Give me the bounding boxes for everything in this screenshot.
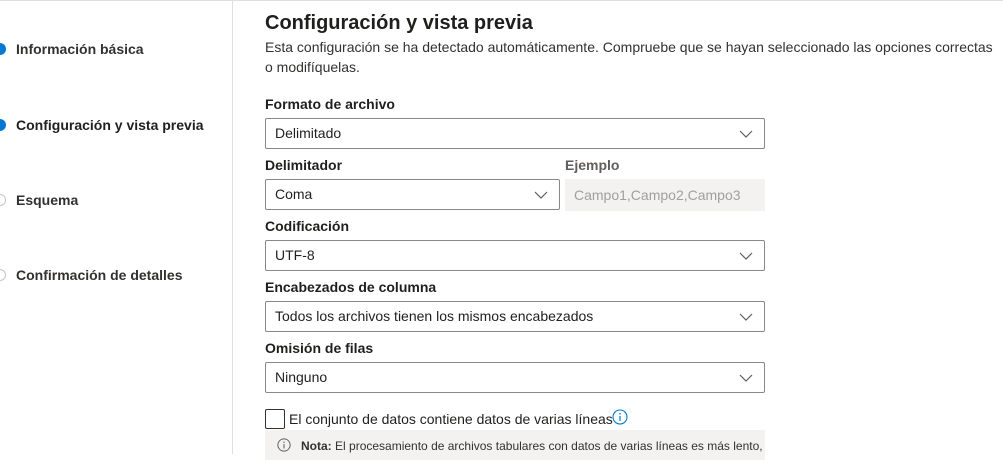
- step-status-icon: [0, 43, 6, 55]
- step-status-icon: [0, 194, 6, 206]
- example-value: Campo1,Campo2,Campo3: [574, 187, 741, 203]
- delimiter-label: Delimitador: [265, 157, 343, 173]
- delimiter-value: Coma: [275, 186, 313, 202]
- column-headers-dropdown[interactable]: Todos los archivos tienen los mismos enc…: [265, 301, 765, 332]
- info-icon[interactable]: [612, 409, 628, 425]
- note-body: El procesamiento de archivos tabulares c…: [335, 439, 763, 453]
- step-status-icon: [0, 119, 6, 131]
- example-label: Ejemplo: [565, 157, 620, 173]
- multiline-checkbox-label[interactable]: El conjunto de datos contiene datos de v…: [289, 411, 613, 427]
- encoding-dropdown[interactable]: UTF-8: [265, 240, 765, 271]
- column-headers-label: Encabezados de columna: [265, 279, 437, 295]
- step-label: Confirmación de detalles: [16, 267, 183, 283]
- note-text: Nota: El procesamiento de archivos tabul…: [301, 439, 763, 453]
- chevron-down-icon: [739, 374, 753, 382]
- file-format-dropdown[interactable]: Delimitado: [265, 118, 765, 149]
- sidebar-divider: [232, 0, 233, 454]
- chevron-down-icon: [739, 252, 753, 260]
- info-icon: [277, 438, 291, 452]
- skip-rows-dropdown[interactable]: Ninguno: [265, 362, 765, 393]
- page-description: Esta configuración se ha detectado autom…: [265, 39, 993, 75]
- page-title: Configuración y vista previa: [265, 12, 533, 34]
- skip-rows-label: Omisión de filas: [265, 340, 374, 356]
- step-label: Configuración y vista previa: [16, 117, 204, 133]
- delimiter-dropdown[interactable]: Coma: [265, 179, 560, 210]
- step-label: Esquema: [16, 192, 79, 208]
- encoding-value: UTF-8: [275, 247, 315, 263]
- note-prefix: Nota:: [301, 439, 332, 453]
- file-format-value: Delimitado: [275, 125, 342, 141]
- chevron-down-icon: [739, 313, 753, 321]
- multiline-checkbox[interactable]: [265, 409, 285, 429]
- chevron-down-icon: [739, 130, 753, 138]
- step-label: Información básica: [16, 41, 144, 57]
- encoding-label: Codificación: [265, 218, 350, 234]
- multiline-note: Nota: El procesamiento de archivos tabul…: [265, 430, 765, 460]
- file-format-label: Formato de archivo: [265, 96, 395, 112]
- step-status-icon: [0, 269, 6, 281]
- chevron-down-icon: [534, 191, 548, 199]
- column-headers-value: Todos los archivos tienen los mismos enc…: [275, 308, 594, 324]
- skip-rows-value: Ninguno: [275, 369, 328, 385]
- example-field: Campo1,Campo2,Campo3: [565, 179, 765, 211]
- wizard-steps: Información básica Configuración y vista…: [0, 0, 232, 454]
